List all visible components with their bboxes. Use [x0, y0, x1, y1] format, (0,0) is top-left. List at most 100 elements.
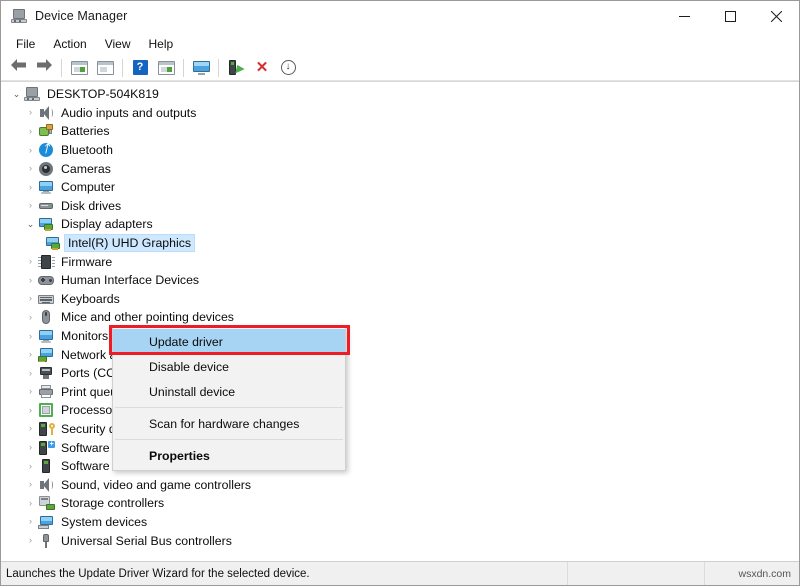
- device-enable-icon: ▶: [228, 60, 244, 75]
- menu-action[interactable]: Action: [44, 34, 95, 54]
- update-drivers-download-button[interactable]: ↓: [275, 56, 301, 80]
- tree-item-label: Mice and other pointing devices: [61, 310, 234, 325]
- chevron-right-icon[interactable]: ›: [23, 536, 38, 545]
- context-menu-item-update-driver[interactable]: Update driver: [113, 329, 345, 354]
- storage-controller-icon: [38, 495, 55, 511]
- tree-item-label: System devices: [61, 514, 148, 529]
- forward-arrow-icon: [36, 58, 53, 77]
- window-controls: [661, 1, 799, 32]
- context-menu-item-disable-device[interactable]: Disable device: [113, 354, 345, 379]
- context-menu-item-uninstall-device[interactable]: Uninstall device: [113, 379, 345, 404]
- watermark: wsxdn.com: [738, 567, 791, 580]
- device-tree-panel: ⌄ DESKTOP-504K819 › Audio inputs and out…: [1, 81, 799, 562]
- chevron-down-icon[interactable]: ⌄: [23, 219, 38, 229]
- context-menu-item-properties[interactable]: Properties: [113, 443, 345, 468]
- minimize-button[interactable]: [661, 1, 707, 32]
- chevron-right-icon[interactable]: ›: [23, 480, 38, 489]
- enable-device-button[interactable]: ▶: [223, 56, 249, 80]
- port-icon: [38, 365, 55, 381]
- chevron-right-icon[interactable]: ›: [23, 126, 38, 136]
- chevron-right-icon[interactable]: ›: [23, 164, 38, 173]
- tree-item-usb-controllers[interactable]: › Universal Serial Bus controllers: [1, 531, 799, 550]
- keyboard-icon: [38, 291, 55, 307]
- network-adapter-icon: [38, 347, 55, 363]
- context-menu-separator-2: [115, 439, 343, 440]
- tree-item-label: Firmware: [61, 254, 113, 269]
- tree-item-system-devices[interactable]: › System devices: [1, 513, 799, 532]
- chevron-right-icon[interactable]: ›: [23, 517, 38, 526]
- tree-item-keyboards[interactable]: › Keyboards: [1, 290, 799, 309]
- tree-item-disk-drives[interactable]: › Disk drives: [1, 197, 799, 216]
- update-driver-button[interactable]: [153, 56, 179, 80]
- tree-item-firmware[interactable]: › Firmware: [1, 252, 799, 271]
- back-arrow-icon: [10, 58, 27, 77]
- menu-help[interactable]: Help: [140, 34, 183, 54]
- close-button[interactable]: [753, 1, 799, 32]
- chevron-right-icon[interactable]: ›: [23, 312, 38, 322]
- chevron-right-icon[interactable]: ›: [23, 275, 38, 285]
- chevron-right-icon[interactable]: ›: [23, 350, 38, 359]
- tree-item-audio[interactable]: › Audio inputs and outputs: [1, 104, 799, 123]
- tree-item-label: Monitors: [61, 329, 109, 344]
- chevron-right-icon[interactable]: ›: [23, 257, 38, 266]
- chevron-right-icon[interactable]: ›: [23, 424, 38, 433]
- firmware-icon: [38, 254, 55, 270]
- monitor-scan-icon: [192, 60, 210, 75]
- chevron-right-icon[interactable]: ›: [23, 182, 38, 192]
- computer-root-icon: [24, 86, 41, 102]
- tree-item-label: Bluetooth: [61, 143, 113, 158]
- menu-bar: File Action View Help: [1, 32, 799, 55]
- usb-icon: [38, 533, 55, 549]
- tree-item-label: Sound, video and game controllers: [61, 477, 252, 492]
- chevron-right-icon[interactable]: ›: [23, 498, 38, 508]
- properties-button[interactable]: [92, 56, 118, 80]
- tree-item-sound-video-game-controllers[interactable]: › Sound, video and game controllers: [1, 475, 799, 494]
- device-context-menu: Update driver Disable device Uninstall d…: [112, 327, 346, 471]
- display-adapter-icon: [38, 216, 55, 232]
- toolbar-separator-4: [218, 58, 219, 77]
- tree-item-label: Computer: [61, 180, 115, 195]
- chevron-right-icon[interactable]: ›: [23, 294, 38, 303]
- speaker-icon: [38, 477, 55, 493]
- chevron-right-icon[interactable]: ›: [23, 331, 38, 341]
- menu-file[interactable]: File: [7, 34, 44, 54]
- tree-item-computer[interactable]: › Computer: [1, 178, 799, 197]
- tree-root-item[interactable]: ⌄ DESKTOP-504K819: [1, 85, 799, 104]
- chevron-right-icon[interactable]: ›: [23, 387, 38, 396]
- tree-item-batteries[interactable]: › Batteries: [1, 122, 799, 141]
- chevron-down-icon[interactable]: ⌄: [9, 89, 24, 99]
- back-button[interactable]: [5, 56, 31, 80]
- chevron-right-icon[interactable]: ›: [23, 108, 38, 117]
- tree-item-intel-uhd-graphics[interactable]: Intel(R) UHD Graphics: [1, 234, 799, 253]
- tree-item-human-interface-devices[interactable]: › Human Interface Devices: [1, 271, 799, 290]
- selected-device-label: Intel(R) UHD Graphics: [64, 234, 195, 253]
- display-adapter-icon: [45, 235, 62, 251]
- tree-item-bluetooth[interactable]: › ᛏ Bluetooth: [1, 141, 799, 160]
- maximize-button[interactable]: [707, 1, 753, 32]
- hid-gamepad-icon: [38, 272, 55, 288]
- chevron-right-icon[interactable]: ›: [23, 201, 38, 210]
- tree-item-display-adapters[interactable]: ⌄ Display adapters: [1, 215, 799, 234]
- tree-item-storage-controllers[interactable]: › Storage controllers: [1, 494, 799, 513]
- tree-item-mice[interactable]: › Mice and other pointing devices: [1, 308, 799, 327]
- chevron-right-icon[interactable]: ›: [23, 145, 38, 155]
- uninstall-device-button[interactable]: ✕: [249, 56, 275, 80]
- chevron-right-icon[interactable]: ›: [23, 368, 38, 378]
- chevron-right-icon[interactable]: ›: [23, 443, 38, 452]
- forward-button[interactable]: [31, 56, 57, 80]
- scan-hardware-changes-button[interactable]: [188, 56, 214, 80]
- tree-item-label: Storage controllers: [61, 496, 165, 511]
- monitor-icon: [38, 179, 55, 195]
- tree-item-label: Disk drives: [61, 198, 122, 213]
- title-bar: Device Manager: [1, 1, 799, 32]
- status-divider: [567, 562, 568, 585]
- context-menu-item-scan-hardware-changes[interactable]: Scan for hardware changes: [113, 411, 345, 436]
- toolbar-separator-2: [122, 58, 123, 77]
- chevron-right-icon[interactable]: ›: [23, 405, 38, 415]
- tree-item-label: Batteries: [61, 124, 110, 139]
- help-button[interactable]: ?: [127, 56, 153, 80]
- menu-view[interactable]: View: [96, 34, 140, 54]
- show-hide-console-tree-button[interactable]: [66, 56, 92, 80]
- tree-item-cameras[interactable]: › Cameras: [1, 159, 799, 178]
- chevron-right-icon[interactable]: ›: [23, 461, 38, 471]
